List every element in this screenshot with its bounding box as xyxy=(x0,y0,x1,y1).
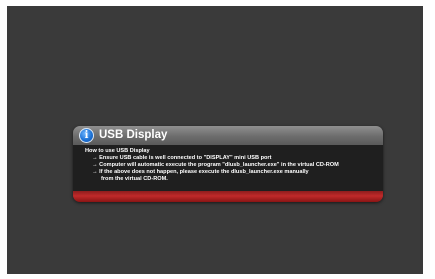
instruction-line: → Computer will automatic execute the pr… xyxy=(92,162,339,168)
dialog-footer-accent xyxy=(73,191,383,202)
dialog-title: USB Display xyxy=(99,129,168,141)
info-icon: i xyxy=(79,128,94,143)
instructions-heading: How to use USB Display xyxy=(85,148,150,154)
instruction-line: → Ensure USB cable is well connected to … xyxy=(92,155,272,161)
usb-display-dialog: i USB Display How to use USB Display → E… xyxy=(73,126,383,202)
instruction-line: → If the above does not happen, please e… xyxy=(92,169,309,175)
instruction-line-continued: from the virtual CD-ROM. xyxy=(101,176,168,182)
screen-background: i USB Display How to use USB Display → E… xyxy=(7,6,423,274)
dialog-header: i USB Display xyxy=(73,126,383,145)
